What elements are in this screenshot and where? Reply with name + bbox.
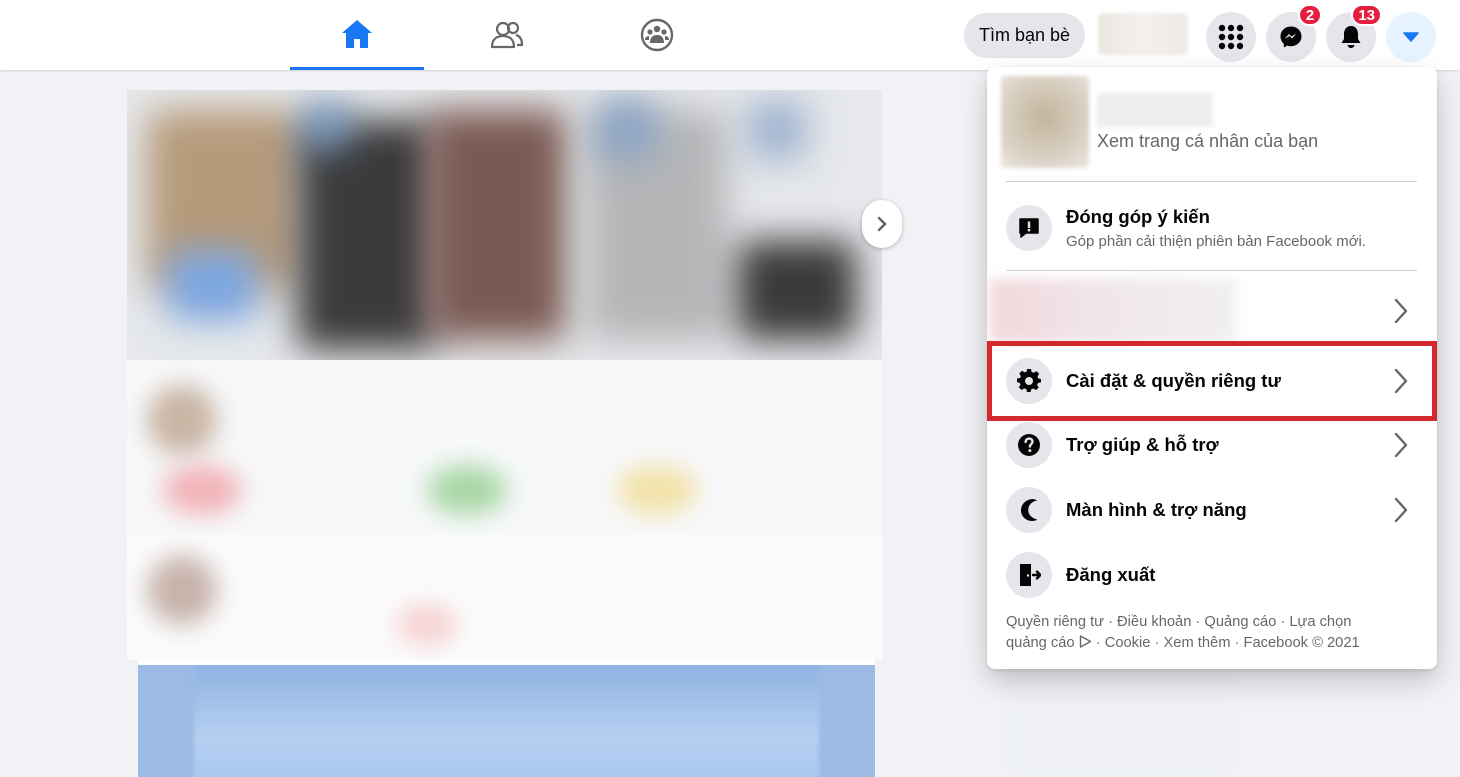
chevron-right-icon	[1391, 496, 1411, 524]
chevron-right-icon	[1391, 431, 1411, 459]
messenger-icon	[1280, 26, 1302, 48]
messenger-badge: 2	[1298, 4, 1322, 26]
feedback-title: Đóng góp ý kiến	[1066, 206, 1210, 227]
profile-subtitle: Xem trang cá nhân của bạn	[1097, 130, 1319, 151]
gear-icon	[1017, 369, 1041, 393]
tab-friends[interactable]	[440, 0, 574, 70]
stories-next-button[interactable]	[862, 200, 902, 248]
settings-privacy-item[interactable]: Cài đặt & quyền riêng tư	[995, 350, 1429, 412]
footer-links: Quyền riêng tư · Điều khoản · Quảng cáo …	[1006, 612, 1416, 654]
logout-label: Đăng xuất	[1066, 564, 1156, 585]
help-support-item[interactable]: Trợ giúp & hỗ trợ	[995, 413, 1429, 477]
question-icon	[1018, 434, 1040, 456]
display-accessibility-label: Màn hình & trợ năng	[1066, 499, 1247, 520]
divider	[1006, 181, 1417, 182]
divider	[1006, 270, 1417, 271]
friends-icon	[490, 21, 524, 49]
notifications-button[interactable]: 13	[1326, 4, 1382, 62]
find-friends-button[interactable]: Tìm bạn bè	[964, 13, 1086, 58]
sidebar-blurred	[1012, 668, 1228, 777]
profile-name	[1097, 92, 1213, 127]
notifications-badge: 13	[1351, 4, 1382, 26]
account-dropdown: Xem trang cá nhân của bạn Đóng góp ý kiế…	[987, 67, 1437, 669]
messenger-button[interactable]: 2	[1266, 4, 1322, 62]
profile-link[interactable]: Xem trang cá nhân của bạn	[1001, 76, 1421, 168]
feedback-icon-wrapper	[1006, 205, 1052, 251]
post-composer	[127, 360, 882, 535]
feedback-icon	[1019, 218, 1039, 238]
settings-privacy-label: Cài đặt & quyền riêng tư	[1066, 370, 1281, 391]
caret-down-icon	[1403, 32, 1419, 42]
adchoices-icon	[1079, 635, 1091, 648]
groups-icon	[640, 18, 674, 52]
help-support-label: Trợ giúp & hỗ trợ	[1066, 434, 1219, 455]
footer-line-2-end: · Cookie · Xem thêm · Facebook © 2021	[1091, 635, 1360, 651]
account-menu-button[interactable]	[1386, 12, 1436, 62]
footer-line-2[interactable]: quảng cáo · Cookie · Xem thêm · Facebook…	[1006, 633, 1416, 654]
footer-line-1[interactable]: Quyền riêng tư · Điều khoản · Quảng cáo …	[1006, 612, 1416, 633]
tab-home[interactable]	[290, 0, 424, 70]
stories-strip	[127, 90, 882, 360]
grid-menu-icon	[1218, 24, 1244, 50]
feedback-item[interactable]: Đóng góp ý kiến Góp phần cải thiện phiên…	[995, 196, 1429, 260]
chevron-right-icon	[1391, 367, 1411, 395]
feedback-subtitle: Góp phần cải thiện phiên bản Facebook mớ…	[1066, 233, 1367, 250]
post-image	[138, 660, 875, 777]
logout-item[interactable]: Đăng xuất	[995, 543, 1429, 607]
moon-icon	[1021, 499, 1038, 521]
tab-groups[interactable]	[590, 0, 724, 70]
menu-button[interactable]	[1206, 12, 1256, 62]
profile-shortcut[interactable]	[1098, 13, 1188, 55]
chevron-right-icon	[877, 216, 887, 232]
chevron-right-icon	[1391, 297, 1411, 325]
feed-post	[127, 535, 882, 660]
logout-icon	[1020, 564, 1041, 586]
bell-icon	[1341, 26, 1361, 48]
home-icon	[342, 19, 372, 48]
display-accessibility-item[interactable]: Màn hình & trợ năng	[995, 478, 1429, 542]
footer-line-2-start: quảng cáo	[1006, 635, 1079, 651]
blurred-menu-item[interactable]	[990, 279, 1434, 343]
avatar	[1001, 76, 1089, 168]
top-navigation-bar: Tìm bạn bè 2 13	[0, 0, 1460, 70]
